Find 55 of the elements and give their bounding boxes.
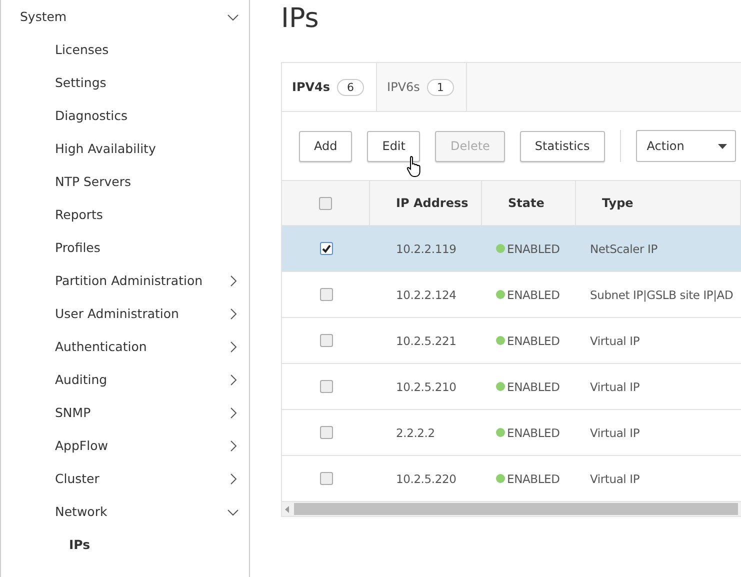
sidebar-item[interactable]: Settings [1,66,249,99]
checkbox[interactable] [320,334,332,347]
sidebar-item[interactable]: User Administration [1,297,249,330]
count-badge: 6 [337,78,364,96]
sidebar-item[interactable]: Diagnostics [1,99,249,132]
toolbar-button[interactable]: Statistics [520,130,605,162]
status-dot-icon [496,244,505,253]
sidebar-item[interactable]: Cluster [1,462,249,495]
status-dot-icon [496,474,505,483]
checkbox[interactable] [320,380,332,393]
sidebar-item[interactable]: SNMP [1,396,249,429]
sidebar-item[interactable]: Auditing [1,363,249,396]
page-title: IPs [281,3,320,36]
status-dot-icon [496,382,505,391]
column-header: State [482,181,576,226]
status-text: ENABLED [507,472,560,486]
sidebar-item[interactable]: IPs [1,528,249,561]
status-dot-icon [496,290,505,299]
status-text: ENABLED [507,380,560,394]
column-header: IP Address [370,181,482,226]
toolbar-button[interactable]: Edit [367,130,420,162]
table-cell: 10.2.2.119 [370,226,482,272]
status-dot-icon [496,336,505,345]
status-text: ENABLED [507,426,560,440]
status-text: ENABLED [507,334,560,348]
sidebar-item[interactable]: Network [1,495,249,528]
toolbar-button[interactable]: Add [299,130,352,162]
scroll-left-icon[interactable] [285,506,290,512]
sidebar-item[interactable]: NTP Servers [1,165,249,198]
sidebar-item[interactable]: Partition Administration [1,264,249,297]
status-text: ENABLED [507,288,560,302]
hand-cursor-icon [406,155,422,177]
checkbox[interactable] [320,426,332,439]
sidebar-item[interactable]: Authentication [1,330,249,363]
tab[interactable]: IPV4s 6 [282,63,378,111]
count-badge: 1 [426,78,454,96]
sidebar-item[interactable]: High Availability [1,132,249,165]
sidebar-item[interactable]: Reports [1,198,249,231]
caret-icon [718,144,727,148]
sidebar-item[interactable]: Licenses [1,33,249,66]
status-text: ENABLED [507,242,560,256]
action-dropdown[interactable]: Action [636,130,736,162]
checkbox[interactable] [319,196,332,210]
checkbox[interactable] [320,288,332,301]
sidebar-item[interactable]: System [1,0,249,33]
table-cell: NetScaler IP [576,226,741,272]
scrollbar-thumb[interactable] [294,503,738,515]
checkbox[interactable] [320,472,332,485]
checkbox[interactable] [320,242,332,255]
sidebar-item[interactable]: Profiles [1,231,249,264]
status-dot-icon [496,428,505,437]
column-header: Type [576,181,741,226]
tab-label: IPV4s [292,80,330,94]
sidebar-item[interactable]: AppFlow [1,429,249,462]
tab-label: IPV6s [387,80,420,94]
